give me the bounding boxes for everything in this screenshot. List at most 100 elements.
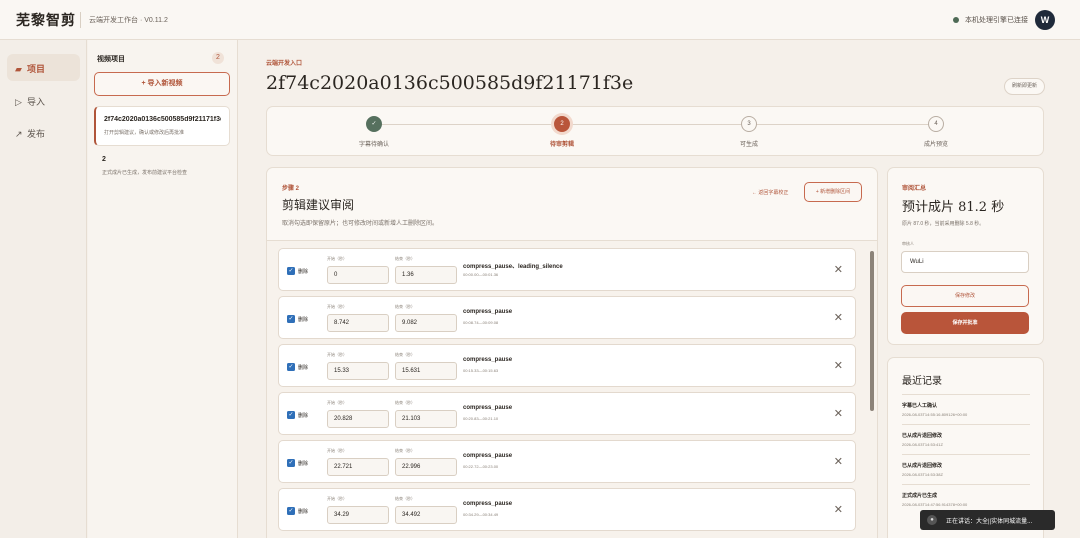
speaking-toast[interactable]: ● 正在讲话：大全||实体同城流量... [920, 510, 1055, 530]
delete-label: 删除 [298, 317, 309, 323]
start-label: 开始（秒） [327, 496, 347, 501]
record-title: 已从成片退回修改 [902, 463, 943, 469]
nav-item-label: 项目 [27, 64, 46, 74]
video-list-title: 视频项目 [97, 56, 125, 63]
start-input[interactable]: 22.721 [327, 458, 389, 476]
delete-checkbox[interactable]: ✓ [287, 315, 295, 323]
segment-row: ✓ 删除 开始（秒） 0 结束（秒） 1.36 compress_pause、l… [278, 248, 856, 291]
segment-time: 00:00.00—00:01.36 [463, 272, 499, 277]
record-item: 已从成片退回修改 2026-08-03T14:53:41Z [902, 424, 1030, 447]
segment-reason: compress_pause [463, 405, 513, 411]
segment-reason: compress_pause、leading_silence [463, 264, 563, 270]
delete-checkbox[interactable]: ✓ [287, 459, 295, 467]
user-avatar[interactable]: W [1035, 10, 1055, 30]
main-content: 云端开发入口 2f74c2020a0136c500585d9f21171f3e … [239, 40, 1080, 538]
record-item: 已从成片退回修改 2026-08-03T14:53:38Z [902, 454, 1030, 477]
add-delete-range-button[interactable]: + 新增删除区间 [804, 182, 862, 202]
start-label: 开始（秒） [327, 304, 347, 309]
record-title: 正式成片已生成 [902, 493, 938, 499]
delete-label: 删除 [298, 461, 309, 467]
segment-time: 00:20.83—00:21.10 [463, 416, 499, 421]
end-input[interactable]: 15.631 [395, 362, 457, 380]
back-to-subtitle-link[interactable]: ← 返回字幕校正 [752, 189, 788, 196]
delete-label: 删除 [298, 509, 309, 515]
segment-row: ✓ 删除 开始（秒） 8.742 结束（秒） 9.082 compress_pa… [278, 296, 856, 339]
start-input[interactable]: 15.33 [327, 362, 389, 380]
end-input[interactable]: 9.082 [395, 314, 457, 332]
delete-checkbox[interactable]: ✓ [287, 267, 295, 275]
video-card-desc: 打开剪辑建议，确认或修改后再批准 [104, 130, 185, 136]
segment-reason: compress_pause [463, 309, 513, 315]
step-tag: 步骤 2 [282, 186, 300, 192]
delete-label: 删除 [298, 365, 309, 371]
delete-checkbox[interactable]: ✓ [287, 507, 295, 515]
cut-review-panel: 步骤 2 剪辑建议审阅 取消勾选即保留原片；也可修改时间或新增人工删除区间。 ←… [266, 167, 878, 538]
end-label: 结束（秒） [395, 496, 415, 501]
estimated-duration: 预计成片 81.2 秒 [902, 200, 1005, 215]
refresh-hint-button[interactable]: 刷新即更新 [1003, 78, 1045, 95]
video-card[interactable]: 2f74c2020a0136c500585d9f21171f3e 打开剪辑建议，… [94, 106, 230, 146]
close-icon[interactable]: ✕ [834, 311, 843, 324]
save-changes-button[interactable]: 保存修改 [901, 285, 1029, 307]
step-review-cut[interactable]: 2 待审剪辑 [517, 116, 607, 148]
close-icon[interactable]: ✕ [834, 407, 843, 420]
end-input[interactable]: 21.103 [395, 410, 457, 428]
end-label: 结束（秒） [395, 304, 415, 309]
step-number: 3 [741, 116, 757, 132]
start-label: 开始（秒） [327, 448, 347, 453]
step-generate[interactable]: 3 可生成 [704, 116, 794, 148]
engine-status: 本机处理引擎已连接 [953, 15, 1028, 25]
segment-time: 00:15.33—00:15.63 [463, 368, 499, 373]
app-subtitle: 云端开发工作台 · V0.11.2 [89, 17, 168, 24]
segment-row: ✓ 删除 开始（秒） 20.828 结束（秒） 21.103 compress_… [278, 392, 856, 435]
nav-item-publish[interactable]: ↗ 发布 [7, 119, 80, 146]
nav-item-import[interactable]: ▷ 导入 [7, 87, 80, 114]
folder-icon: ▰ [15, 64, 22, 74]
reviewer-input[interactable]: WuLi [901, 251, 1029, 273]
progress-stepper: ✓ 字幕待确认 2 待审剪辑 3 可生成 4 成片预览 [266, 106, 1044, 156]
end-label: 结束（秒） [395, 400, 415, 405]
reviewer-label: 审核人 [902, 241, 914, 246]
record-time: 2026-08-03T14:53:41Z [902, 442, 943, 447]
delete-checkbox[interactable]: ✓ [287, 363, 295, 371]
start-input[interactable]: 34.29 [327, 506, 389, 524]
nav-item-projects[interactable]: ▰ 项目 [7, 54, 80, 81]
scrollbar[interactable] [870, 251, 874, 411]
video-card[interactable]: 2 正式成片已生成，发布前建议平台检查 [94, 147, 230, 185]
main-nav: ▰ 项目 ▷ 导入 ↗ 发布 [0, 40, 87, 538]
end-label: 结束（秒） [395, 256, 415, 261]
start-input[interactable]: 8.742 [327, 314, 389, 332]
step-label: 待审剪辑 [549, 142, 574, 148]
duration-note: 原片 87.0 秒，当前采用删除 5.8 秒。 [902, 221, 985, 227]
app-logo[interactable]: 芜黎智剪 [16, 10, 76, 30]
segment-reason: compress_pause [463, 357, 513, 363]
record-time: 2026-08-03T14:47:56.914378+00:00 [902, 502, 968, 507]
close-icon[interactable]: ✕ [834, 503, 843, 516]
status-dot-icon [953, 16, 959, 23]
end-input[interactable]: 22.996 [395, 458, 457, 476]
start-input[interactable]: 20.828 [327, 410, 389, 428]
segment-row: ✓ 删除 开始（秒） 34.29 结束（秒） 34.492 compress_p… [278, 488, 856, 531]
segment-reason: compress_pause [463, 453, 513, 459]
segment-list[interactable]: ✓ 删除 开始（秒） 0 结束（秒） 1.36 compress_pause、l… [267, 240, 877, 538]
segment-reason: compress_pause [463, 501, 513, 507]
start-input[interactable]: 0 [327, 266, 389, 284]
summary-tag: 审阅汇总 [902, 186, 927, 192]
nav-item-label: 导入 [27, 97, 46, 107]
close-icon[interactable]: ✕ [834, 359, 843, 372]
check-icon: ✓ [366, 116, 382, 132]
save-and-approve-button[interactable]: 保存并批准 [901, 312, 1029, 334]
step-label: 字幕待确认 [358, 142, 389, 148]
step-subtitle-confirm[interactable]: ✓ 字幕待确认 [329, 116, 419, 148]
video-count-badge: 2 [212, 52, 224, 64]
start-label: 开始（秒） [327, 256, 347, 261]
close-icon[interactable]: ✕ [834, 263, 843, 276]
section-desc: 取消勾选即保留原片；也可修改时间或新增人工删除区间。 [282, 221, 439, 227]
end-input[interactable]: 1.36 [395, 266, 457, 284]
delete-checkbox[interactable]: ✓ [287, 411, 295, 419]
import-video-button[interactable]: + 导入新视频 [94, 72, 230, 96]
end-input[interactable]: 34.492 [395, 506, 457, 524]
close-icon[interactable]: ✕ [834, 455, 843, 468]
step-preview[interactable]: 4 成片预览 [891, 116, 981, 148]
play-icon: ▷ [15, 97, 22, 107]
